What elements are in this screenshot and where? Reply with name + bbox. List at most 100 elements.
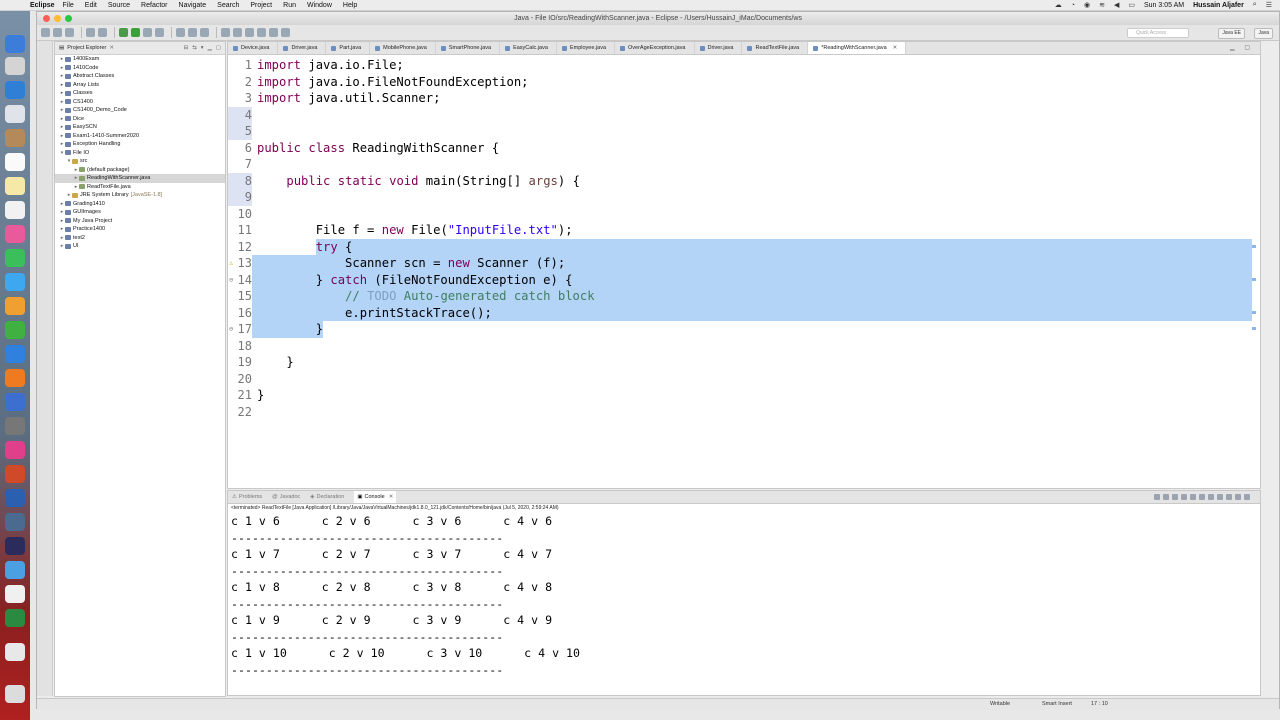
facetime-icon[interactable] [5,273,25,291]
record-icon[interactable]: ◉ [1084,1,1090,9]
code-area[interactable]: 1 import java.io.File; 2 import java.io.Fil… [228,55,1260,488]
menu-file[interactable]: File [63,2,74,9]
close-icon[interactable]: ✕ [893,45,898,51]
menu-project[interactable]: Project [250,2,272,9]
editor-tab[interactable]: ReadTextFile.java [742,42,809,54]
close-icon[interactable]: ✕ [109,45,114,51]
terminal-icon[interactable] [98,28,107,37]
close-icon[interactable]: ✕ [389,494,394,500]
run-icon[interactable] [131,28,140,37]
code-line[interactable]: 12 try { [228,239,1252,256]
menu-search[interactable]: Search [217,2,239,9]
tab-problems[interactable]: ⚠ Problems [232,494,262,500]
display-console-icon[interactable] [1217,494,1223,500]
cloud-icon[interactable]: ☁ [1055,1,1062,9]
menu-source[interactable]: Source [108,2,130,9]
tree-item[interactable]: ▸ JRE System Library [JavaSE-1.8] [55,191,225,200]
excel-icon[interactable] [5,609,25,627]
warning-icon[interactable]: ⚠ [229,255,233,272]
overview-ruler-mark[interactable] [1252,310,1256,314]
debug-icon[interactable] [119,28,128,37]
keynote-icon[interactable] [5,345,25,363]
overview-ruler-mark[interactable] [1252,327,1256,330]
clock[interactable]: Sun 3:05 AM [1144,2,1184,9]
remove-launch-icon[interactable] [1163,494,1169,500]
system-preferences-icon[interactable] [5,417,25,435]
open-console-icon[interactable] [1226,494,1232,500]
editor-tab[interactable]: Device.java [228,42,279,54]
clear-console-icon[interactable] [1181,494,1187,500]
powerpoint-icon[interactable] [5,465,25,483]
remove-all-icon[interactable] [1172,494,1178,500]
tree-item[interactable]: ▸ 1400Exam [55,55,225,64]
search-icon[interactable] [233,28,242,37]
minimize-icon[interactable]: ▁ [208,45,212,51]
menu-run[interactable]: Run [283,2,296,9]
app-store-icon[interactable] [5,393,25,411]
photos-icon[interactable] [5,225,25,243]
notes-icon[interactable] [5,177,25,195]
editor-window-controls[interactable]: ▁ ▢ [1230,44,1254,51]
battery-icon[interactable]: ▭ [1128,1,1135,9]
editor-tab[interactable]: OverAgeException.java [615,42,695,54]
coverage-icon[interactable] [143,28,152,37]
reminders-icon[interactable] [5,201,25,219]
app-menu[interactable]: Eclipse [30,2,55,9]
tree-item[interactable]: ▸ My Java Project [55,217,225,226]
eclipse-icon[interactable] [5,537,25,555]
launchpad-icon[interactable] [5,57,25,75]
tree-item[interactable]: ▸ GUIImages [55,208,225,217]
code-line[interactable]: 17 ⊖ } [228,321,1252,338]
code-line[interactable]: 14 ⊖ } catch (FileNotFoundException e) { [228,272,1252,289]
code-line[interactable]: 7 [228,156,1252,173]
code-line[interactable]: 1 import java.io.File; [228,57,1252,74]
tree-item[interactable]: ▸ Grading1410 [55,200,225,209]
save-icon[interactable] [53,28,62,37]
build-icon[interactable] [86,28,95,37]
preview-icon[interactable] [5,513,25,531]
calendar-icon[interactable] [5,153,25,171]
perspective-java-ee[interactable]: Java EE [1218,28,1245,39]
code-line[interactable]: 11 File f = new File("InputFile.txt"); [228,222,1252,239]
console-output[interactable]: c 1 v 6 c 2 v 6 c 3 v 6 c 4 v 6 ---------… [228,513,1260,678]
code-line[interactable]: 6 public class ReadingWithScanner { [228,140,1252,157]
editor-tab[interactable]: Part.java [326,42,371,54]
fold-icon[interactable]: ⊖ [229,321,233,338]
editor-tab[interactable]: MobilePhone.java [370,42,436,54]
menu-window[interactable]: Window [307,2,332,9]
notification-center-icon[interactable]: ☰ [1266,1,1272,9]
link-editor-icon[interactable]: ⇆ [192,45,197,51]
perspective-java[interactable]: Java [1254,28,1273,39]
finder-icon[interactable] [5,35,25,53]
save-all-icon[interactable] [65,28,74,37]
document-icon[interactable] [5,585,25,603]
tree-item[interactable]: ▾ src [55,157,225,166]
editor-tab[interactable]: SmartPhone.java [436,42,501,54]
code-line[interactable]: 5 [228,123,1252,140]
pages-icon[interactable] [5,297,25,315]
terminate-icon[interactable] [1154,494,1160,500]
editor-tab[interactable]: Employee.java [557,42,616,54]
tree-item[interactable]: ▸ Practice1400 [55,225,225,234]
user-name[interactable]: Hussain Aljafer [1193,2,1244,9]
menu-help[interactable]: Help [343,2,357,9]
wifi-icon[interactable]: ≋ [1099,1,1105,9]
code-line[interactable]: 21} [228,387,1252,404]
volume-icon[interactable]: ◀ [1114,1,1119,9]
tree-item[interactable]: ▸ ReadTextFile.java [55,183,225,192]
downloads-icon[interactable] [5,643,25,661]
new-java-project-icon[interactable] [176,28,185,37]
code-line[interactable]: 13 ⚠ Scanner scn = new Scanner (f); [228,255,1252,272]
code-line[interactable]: 22 [228,404,1252,421]
tree-item[interactable]: ▸ UI [55,242,225,251]
editor-tab[interactable]: EasyCalc.java [500,42,557,54]
tree-item[interactable]: ▸ Dice [55,115,225,124]
timer-icon[interactable]: ◔ [1071,2,1075,9]
pin-console-icon[interactable] [1208,494,1214,500]
quick-access-field[interactable]: Quick Access [1127,28,1189,38]
fold-icon[interactable]: ⊖ [229,272,233,289]
tree-item[interactable]: ▸ (default package) [55,166,225,175]
code-line[interactable]: 3 import java.util.Scanner; [228,90,1252,107]
menu-edit[interactable]: Edit [85,2,97,9]
scroll-lock-icon[interactable] [1190,494,1196,500]
